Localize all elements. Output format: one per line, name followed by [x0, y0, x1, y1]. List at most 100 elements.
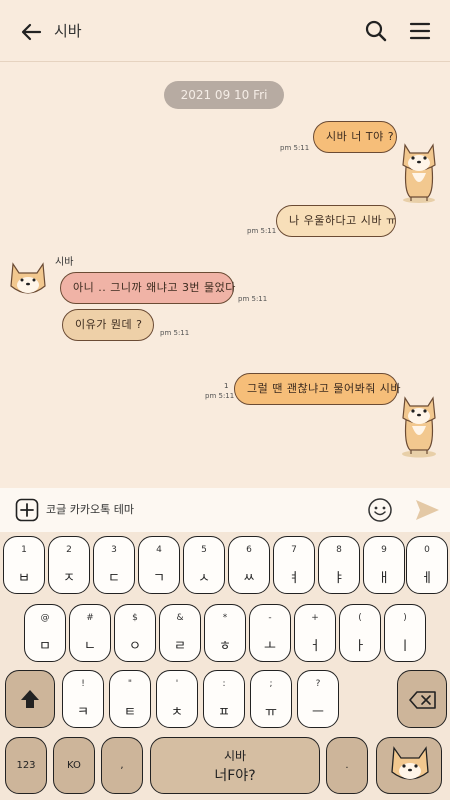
message-bubble[interactable]: 이유가 뭔데 ? — [62, 309, 154, 341]
key-label: 123 — [16, 760, 36, 771]
key[interactable]: ; ㅠ — [250, 670, 292, 728]
emoji-icon[interactable] — [367, 497, 393, 523]
key[interactable]: 1ㅂ — [3, 536, 45, 594]
key[interactable]: $ ㅇ — [114, 604, 156, 662]
key-alt: 6 — [246, 545, 252, 555]
key-alt: 8 — [336, 545, 342, 555]
key[interactable]: -ㅗ — [249, 604, 291, 662]
key-alt: ' — [175, 679, 179, 689]
key-alt: @ — [40, 613, 50, 623]
key-label: ㅠ — [265, 705, 277, 720]
unread-count: 1 — [224, 382, 229, 390]
message-time: pm 5:11 — [238, 295, 268, 303]
key-label: ㅇ — [129, 639, 141, 654]
message-bubble[interactable]: 그럴 땐 괜찮냐고 물어봐줘 시바 — [234, 373, 401, 405]
key[interactable]: @ ㅁ — [24, 604, 66, 662]
key-label: ㅑ — [333, 571, 345, 586]
plus-icon[interactable] — [15, 498, 39, 522]
key-alt: 4 — [156, 545, 162, 555]
backspace-key[interactable] — [397, 670, 447, 728]
key-label: . — [345, 760, 349, 771]
search-icon[interactable] — [362, 17, 390, 45]
backspace-icon — [409, 691, 436, 709]
key-label: ㅊ — [171, 705, 183, 720]
key[interactable]: 3ㄷ — [93, 536, 135, 594]
enter-key[interactable] — [376, 737, 442, 794]
key-alt: ! — [81, 679, 85, 689]
key[interactable]: ' ㅊ — [156, 670, 198, 728]
key-label: ㄱ — [153, 571, 165, 586]
key[interactable]: :ㅍ — [203, 670, 245, 728]
shiba-sticker-icon — [402, 143, 436, 203]
comma-key[interactable]: , — [101, 737, 143, 794]
arrow-left-icon[interactable] — [18, 18, 46, 46]
key-alt: ; — [269, 679, 273, 689]
key-label: ㅐ — [378, 571, 390, 586]
key-label: ㅍ — [218, 705, 230, 720]
space-key[interactable]: 시바 너F야? — [150, 737, 320, 794]
key-alt: ( — [358, 613, 362, 623]
key-label: ㄹ — [174, 639, 186, 654]
chat-title: 시바 — [54, 22, 82, 40]
message-bubble[interactable]: 아니 .. 그니까 왜냐고 3번 물었다 — [60, 272, 235, 304]
key[interactable]: ) ㅣ — [384, 604, 426, 662]
key[interactable]: (ㅏ — [339, 604, 381, 662]
period-key[interactable]: . — [326, 737, 368, 794]
key-alt: * — [222, 613, 228, 623]
language-key[interactable]: KO — [53, 737, 95, 794]
shiba-sticker-icon — [402, 396, 436, 458]
shiba-face-icon — [391, 746, 429, 780]
key-alt: " — [127, 679, 133, 689]
key[interactable]: ? ㅡ — [297, 670, 339, 728]
shift-arrow-icon — [21, 690, 39, 708]
message-time: pm 5:11 — [205, 392, 235, 400]
key-label: ㅆ — [243, 571, 255, 586]
key[interactable]: " ㅌ — [109, 670, 151, 728]
key[interactable]: & ㄹ — [159, 604, 201, 662]
key-label: , — [120, 760, 124, 771]
key-label: ㅂ — [18, 571, 30, 586]
key-label: ㅈ — [63, 571, 75, 586]
message-time: pm 5:11 — [280, 144, 310, 152]
send-icon[interactable] — [413, 496, 441, 524]
key[interactable]: 2ㅈ — [48, 536, 90, 594]
key[interactable]: 4ㄱ — [138, 536, 180, 594]
key-alt: : — [222, 679, 226, 689]
key-alt: ? — [315, 679, 321, 689]
key-label: ㅣ — [399, 639, 411, 654]
shiba-avatar-icon[interactable] — [8, 260, 48, 300]
key-alt: 2 — [66, 545, 72, 555]
key-label: ㄴ — [84, 639, 96, 654]
key-alt: 9 — [381, 545, 387, 555]
key-alt: - — [268, 613, 272, 623]
key[interactable]: 9ㅐ — [363, 536, 405, 594]
key-label: ㅎ — [219, 639, 231, 654]
key-alt: 3 — [111, 545, 117, 555]
key[interactable]: 7ㅕ — [273, 536, 315, 594]
key[interactable]: 6ㅆ — [228, 536, 270, 594]
key-label: ㅌ — [124, 705, 136, 720]
key-alt: ) — [403, 613, 407, 623]
key[interactable]: # ㄴ — [69, 604, 111, 662]
key-label: ㅗ — [264, 639, 276, 654]
key-alt: + — [311, 613, 319, 623]
message-bubble[interactable]: 나 우울하다고 시바 ㅠ — [276, 205, 396, 237]
key-label: KO — [67, 760, 81, 771]
key-alt: $ — [132, 613, 138, 623]
message-bubble[interactable]: 시바 너 T야 ? — [313, 121, 397, 153]
key-alt: # — [86, 613, 94, 623]
key[interactable]: 5ㅅ — [183, 536, 225, 594]
key-label: ㅓ — [309, 639, 321, 654]
key[interactable]: * ㅎ — [204, 604, 246, 662]
key-alt: 1 — [21, 545, 27, 555]
message-input[interactable]: 코글 카카오톡 테마 — [46, 500, 346, 520]
symbols-key[interactable]: 123 — [5, 737, 47, 794]
key-label: ㅁ — [39, 639, 51, 654]
key[interactable]: 0ㅔ — [406, 536, 448, 594]
message-time: pm 5:11 — [160, 329, 190, 337]
hamburger-menu-icon[interactable] — [406, 17, 434, 45]
shift-key[interactable] — [5, 670, 55, 728]
key[interactable]: + ㅓ — [294, 604, 336, 662]
key[interactable]: ! ㅋ — [62, 670, 104, 728]
key[interactable]: 8ㅑ — [318, 536, 360, 594]
